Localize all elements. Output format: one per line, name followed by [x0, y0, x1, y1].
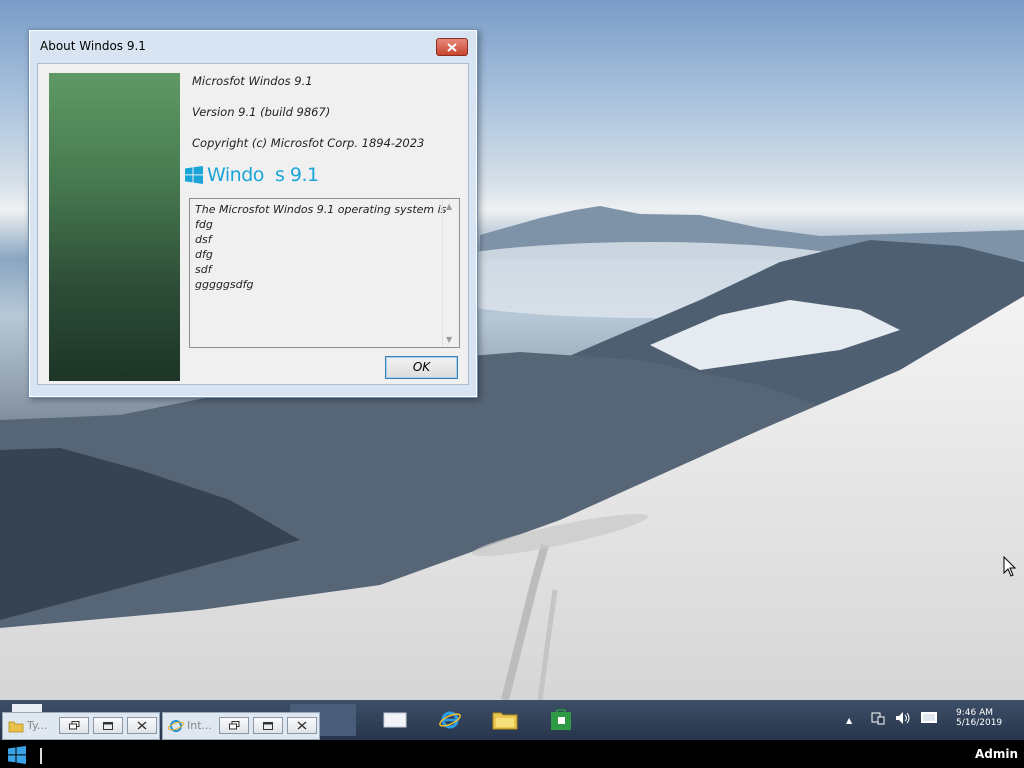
pinned-file-explorer[interactable]: [491, 708, 519, 732]
close-window-button[interactable]: [127, 717, 157, 734]
description-line: gggggsdfg: [195, 278, 254, 291]
description-line: dsf: [195, 233, 212, 246]
windows-logo: Windo s 9.1: [185, 164, 319, 186]
description-textbox[interactable]: The Microsfot Windos 9.1 operating syste…: [189, 198, 460, 348]
restore-button[interactable]: [59, 717, 89, 734]
product-name: Microsfot Windos 9.1: [192, 74, 313, 88]
pinned-store[interactable]: [547, 708, 575, 732]
dialog-body: Microsfot Windos 9.1 Version 9.1 (build …: [37, 63, 469, 385]
task-window-label: Ty...: [27, 719, 48, 732]
maximize-button[interactable]: [93, 717, 123, 734]
scroll-up-icon[interactable]: ▲: [446, 202, 452, 211]
about-dialog: About Windos 9.1 Microsfot Windos 9.1 Ve…: [28, 29, 478, 398]
maximize-icon: [103, 721, 113, 730]
logo-text: Windo s 9.1: [207, 164, 319, 186]
internet-explorer-icon: [439, 711, 461, 729]
restore-icon: [228, 721, 239, 730]
taskbar-thumb: [12, 704, 42, 712]
version-text: Version 9.1 (build 9867): [192, 105, 331, 119]
volume-tray-button[interactable]: [894, 710, 912, 729]
action-center-icon: [921, 712, 937, 723]
file-explorer-icon: [492, 712, 518, 730]
maximize-button[interactable]: [253, 717, 283, 734]
task-window-ty[interactable]: Ty...: [2, 712, 160, 740]
close-icon: [137, 721, 147, 730]
command-input-caret[interactable]: [40, 748, 42, 764]
maximize-icon: [263, 721, 273, 730]
windows-flag-icon: [185, 166, 203, 184]
dialog-title: About Windos 9.1: [40, 39, 146, 53]
mouse-cursor-icon: [1003, 556, 1017, 577]
close-icon: [447, 42, 457, 52]
ok-button[interactable]: OK: [385, 356, 458, 379]
task-window-label: Int...: [187, 719, 213, 732]
description-line: sdf: [195, 263, 212, 276]
tray-clock[interactable]: 9:46 AM 5/16/2019: [956, 708, 1002, 728]
start-button[interactable]: [6, 746, 28, 764]
vertical-scrollbar[interactable]: ▲ ▼: [442, 199, 459, 347]
status-bar: Admin: [0, 742, 1024, 768]
show-hidden-icons-button[interactable]: ▲: [846, 712, 852, 726]
description-line: The Microsfot Windos 9.1 operating syste…: [195, 203, 447, 216]
task-window-int[interactable]: Int...: [162, 712, 320, 740]
network-icon: [871, 712, 885, 725]
user-name: Admin: [974, 747, 1018, 761]
copyright-text: Copyright (c) Microsfot Corp. 1894-2023: [192, 136, 425, 150]
close-icon: [297, 721, 307, 730]
restore-button[interactable]: [219, 717, 249, 734]
clock-time: 9:46 AM: [956, 708, 993, 718]
close-window-button[interactable]: [287, 717, 317, 734]
windows-logo-icon: [8, 746, 26, 764]
side-banner-image: [49, 73, 180, 381]
close-button[interactable]: [436, 38, 468, 56]
pinned-internet-explorer[interactable]: [436, 708, 464, 732]
volume-icon: [896, 712, 910, 724]
network-tray-button[interactable]: [870, 710, 886, 729]
scroll-down-icon[interactable]: ▼: [446, 335, 452, 344]
internet-explorer-icon: [168, 720, 184, 732]
store-icon: [551, 709, 571, 730]
action-center-button[interactable]: [920, 710, 938, 729]
pinned-window[interactable]: [381, 708, 409, 732]
folder-icon: [8, 721, 24, 733]
clock-date: 5/16/2019: [956, 718, 1003, 728]
description-line: fdg: [195, 218, 213, 231]
restore-icon: [68, 721, 79, 730]
window-icon: [383, 712, 407, 728]
description-line: dfg: [195, 248, 213, 261]
show-hidden-icon: ▲: [846, 716, 853, 725]
